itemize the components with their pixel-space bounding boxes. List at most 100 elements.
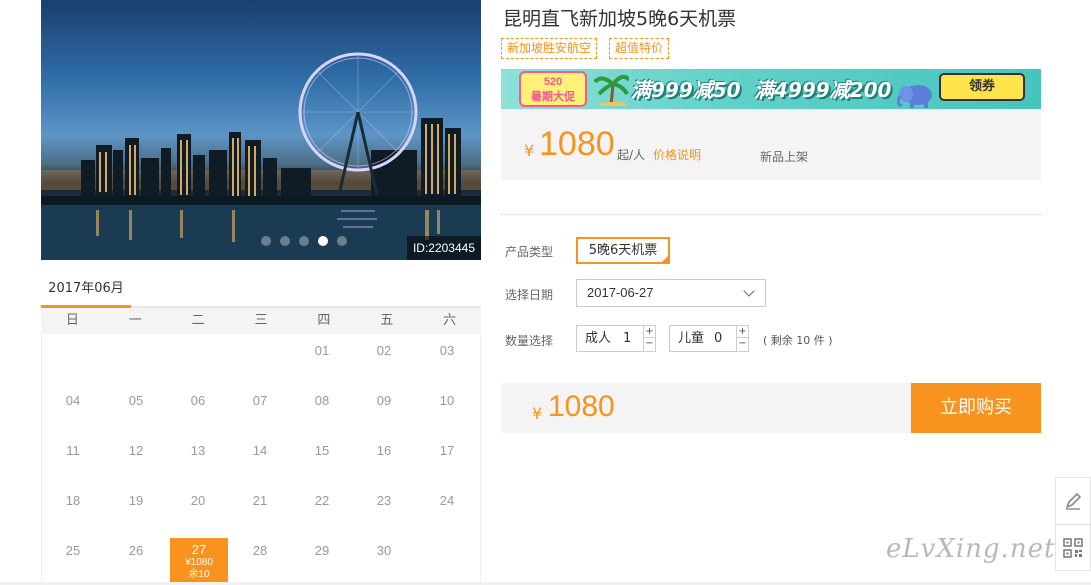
claim-coupon-button[interactable]: 领券 <box>939 73 1025 101</box>
child-label: 儿童 <box>678 331 705 346</box>
calendar-day-selected[interactable]: 27 ¥1080 余10 <box>170 538 228 585</box>
calendar-day[interactable]: 16 <box>353 434 415 484</box>
calendar-day[interactable]: 07 <box>229 384 291 434</box>
price-explanation-link[interactable]: 价格说明 <box>653 146 701 163</box>
calendar-day[interactable]: 12 <box>105 434 167 484</box>
calendar-day[interactable]: 02 <box>353 334 415 384</box>
calendar-day[interactable]: 06 <box>167 384 229 434</box>
calendar-header: 2017年06月 <box>41 274 481 308</box>
calendar-day[interactable]: 05 <box>105 384 167 434</box>
calendar-day-number: 02 <box>376 343 392 358</box>
edit-icon <box>1065 492 1082 510</box>
weekday-label: 日 <box>65 313 79 328</box>
adult-minus-button[interactable]: − <box>644 338 655 350</box>
calendar-day[interactable]: 19 <box>105 484 167 534</box>
deal-tag: 超值特价 <box>609 38 670 59</box>
calendar-day-number: 21 <box>252 493 268 508</box>
calendar-weekday-row: 日一二三四五六 <box>41 308 481 334</box>
calendar-day-number: 04 <box>65 393 81 408</box>
calendar-day[interactable]: 23 <box>353 484 415 534</box>
adult-label: 成人 <box>585 331 612 346</box>
weekday-label: 六 <box>443 313 457 328</box>
product-type-option[interactable]: 5晚6天机票 <box>576 237 670 264</box>
calendar-day[interactable]: 11 <box>42 434 104 484</box>
weekday-label: 四 <box>317 313 331 328</box>
calendar-day[interactable]: 09 <box>353 384 415 434</box>
calendar-day-number: 23 <box>376 493 392 508</box>
calendar-day[interactable]: 15 <box>291 434 353 484</box>
carousel-dots <box>261 236 347 246</box>
buy-now-button[interactable]: 立即购买 <box>911 383 1041 433</box>
starting-price: 1080 <box>539 125 615 163</box>
calendar-day[interactable]: 21 <box>229 484 291 534</box>
calendar-day-number: 10 <box>439 393 455 408</box>
calendar-day[interactable]: 10 <box>416 384 478 434</box>
calendar-day-price: ¥1080 <box>185 557 213 568</box>
weekday-label: 五 <box>380 313 394 328</box>
calendar-day-number: 17 <box>439 443 455 458</box>
calendar-day-number: 22 <box>314 493 330 508</box>
calendar-day[interactable]: 28 <box>229 534 291 584</box>
calendar-day[interactable]: 08 <box>291 384 353 434</box>
calendar-day[interactable]: 18 <box>42 484 104 534</box>
calendar-day[interactable]: 30 <box>353 534 415 584</box>
adult-stepper-buttons: + − <box>643 326 655 351</box>
carousel-dot[interactable] <box>337 236 347 246</box>
calendar-day[interactable]: 17 <box>416 434 478 484</box>
child-count[interactable]: 0 <box>714 326 722 351</box>
remaining-stock-note: ( 剩余 10 件 ) <box>763 334 833 347</box>
calendar-day-number: 19 <box>128 493 144 508</box>
calendar-day[interactable]: 03 <box>416 334 478 384</box>
calendar-day-number: 15 <box>314 443 330 458</box>
carousel-dot-active[interactable] <box>318 236 328 246</box>
adult-count[interactable]: 1 <box>623 326 631 351</box>
calendar-day[interactable]: 01 <box>291 334 353 384</box>
per-person-label: 起/人 <box>617 148 646 162</box>
product-hero-image[interactable]: ID:2203445 <box>41 0 481 260</box>
carousel-dot[interactable] <box>299 236 309 246</box>
date-label: 选择日期 <box>505 288 554 302</box>
calendar-month-tab[interactable]: 2017年06月 <box>41 274 131 308</box>
calendar-grid: 01 02 03 04 05 06 07 08 09 10 11 12 13 14 15 16 17 18 19 20… <box>41 334 481 585</box>
child-minus-button[interactable]: − <box>737 338 748 350</box>
calendar-day[interactable]: 29 <box>291 534 353 584</box>
calendar-day[interactable]: 25 <box>42 534 104 584</box>
weekday-label: 三 <box>254 313 268 328</box>
calendar-day[interactable]: 24 <box>416 484 478 534</box>
calendar-day-number: 06 <box>190 393 206 408</box>
calendar-day-number: 05 <box>128 393 144 408</box>
adult-plus-button[interactable]: + <box>644 326 655 338</box>
date-select-value: 2017-06-27 <box>587 285 654 300</box>
calendar-day[interactable]: 04 <box>42 384 104 434</box>
calendar-day-number: 18 <box>65 493 81 508</box>
calendar-day-number: 24 <box>439 493 455 508</box>
floating-toolbar <box>1055 477 1091 571</box>
calendar-day-number: 29 <box>314 543 330 558</box>
child-plus-button[interactable]: + <box>737 326 748 338</box>
image-id-label: ID:2203445 <box>406 236 481 260</box>
calendar-day[interactable]: 20 <box>167 484 229 534</box>
carousel-dot[interactable] <box>280 236 290 246</box>
airline-tag: 新加坡胜安航空 <box>501 38 598 59</box>
qrcode-button[interactable] <box>1056 524 1090 570</box>
site-watermark: eLvXing.net <box>886 534 1056 564</box>
calendar-day[interactable]: 26 <box>105 534 167 584</box>
calendar-day[interactable]: 13 <box>167 434 229 484</box>
calendar-day-number: 14 <box>252 443 268 458</box>
total-currency: ¥ <box>532 404 543 423</box>
calendar-day-number: 08 <box>314 393 330 408</box>
calendar-day[interactable]: 22 <box>291 484 353 534</box>
chevron-down-icon <box>743 285 755 297</box>
calendar-day-number: 03 <box>439 343 455 358</box>
date-select[interactable]: 2017-06-27 <box>576 279 766 307</box>
carousel-dot[interactable] <box>261 236 271 246</box>
section-divider <box>501 214 1041 215</box>
weekday-label: 一 <box>128 313 142 328</box>
feedback-button[interactable] <box>1056 478 1090 524</box>
calendar-day[interactable]: 14 <box>229 434 291 484</box>
adult-quantity-stepper[interactable]: 成人 1 + − <box>576 325 656 352</box>
calendar-day-number: 28 <box>252 543 268 558</box>
child-quantity-stepper[interactable]: 儿童 0 + − <box>669 325 749 352</box>
summer-sale-badge: 520 暑期大促 <box>519 71 587 107</box>
elephant-icon <box>896 85 932 108</box>
